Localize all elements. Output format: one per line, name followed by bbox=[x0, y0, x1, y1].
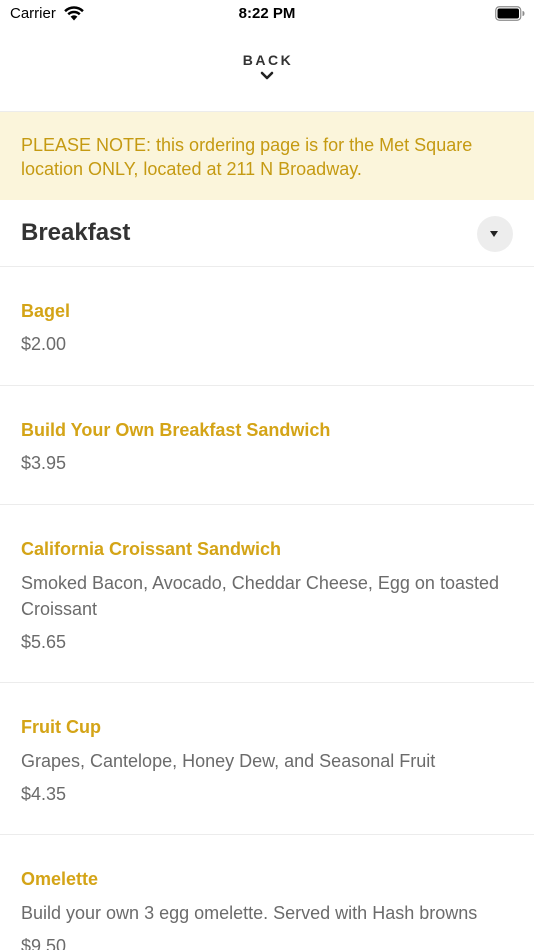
item-price: $3.95 bbox=[21, 453, 67, 473]
chevron-down-icon bbox=[260, 71, 274, 80]
item-name: Build Your Own Breakfast Sandwich bbox=[21, 420, 331, 440]
item-name: Fruit Cup bbox=[21, 717, 101, 737]
ordering-screen: Carrier 8:22 PM BACK PLEASE NOTE: this o… bbox=[0, 0, 534, 950]
caret-down-icon bbox=[490, 231, 498, 237]
location-notice: PLEASE NOTE: this ordering page is for t… bbox=[0, 112, 534, 200]
item-name: California Croissant Sandwich bbox=[21, 539, 282, 559]
back-button[interactable]: BACK bbox=[0, 52, 534, 81]
item-price: $9.50 bbox=[21, 936, 67, 950]
menu-item-bagel[interactable]: Bagel $2.00 bbox=[0, 267, 534, 386]
item-price: $2.00 bbox=[21, 334, 67, 354]
item-name: Omelette bbox=[21, 869, 99, 889]
top-header: BACK bbox=[0, 30, 534, 112]
menu-item-california-croissant-sandwich[interactable]: California Croissant Sandwich Smoked Bac… bbox=[0, 505, 534, 683]
menu-list: Bagel $2.00 Build Your Own Breakfast San… bbox=[0, 267, 534, 950]
item-description: Smoked Bacon, Avocado, Cheddar Cheese, E… bbox=[21, 573, 499, 619]
section-title: Breakfast bbox=[21, 219, 131, 246]
item-price: $4.35 bbox=[21, 784, 67, 804]
item-description: Build your own 3 egg omelette. Served wi… bbox=[21, 903, 478, 923]
back-label: BACK bbox=[242, 52, 294, 68]
status-time: 8:22 PM bbox=[238, 5, 296, 22]
item-name: Bagel bbox=[21, 301, 71, 321]
notice-text: PLEASE NOTE: this ordering page is for t… bbox=[21, 135, 473, 179]
section-toggle-button[interactable] bbox=[477, 216, 513, 252]
item-description: Grapes, Cantelope, Honey Dew, and Season… bbox=[21, 751, 436, 771]
menu-item-build-your-own-breakfast-sandwich[interactable]: Build Your Own Breakfast Sandwich $3.95 bbox=[0, 386, 534, 505]
menu-item-omelette[interactable]: Omelette Build your own 3 egg omelette. … bbox=[0, 835, 534, 950]
battery-icon bbox=[495, 6, 525, 21]
menu-item-fruit-cup[interactable]: Fruit Cup Grapes, Cantelope, Honey Dew, … bbox=[0, 683, 534, 835]
status-bar: Carrier 8:22 PM bbox=[0, 0, 534, 30]
item-price: $5.65 bbox=[21, 632, 67, 652]
section-header-breakfast[interactable]: Breakfast bbox=[0, 200, 534, 267]
